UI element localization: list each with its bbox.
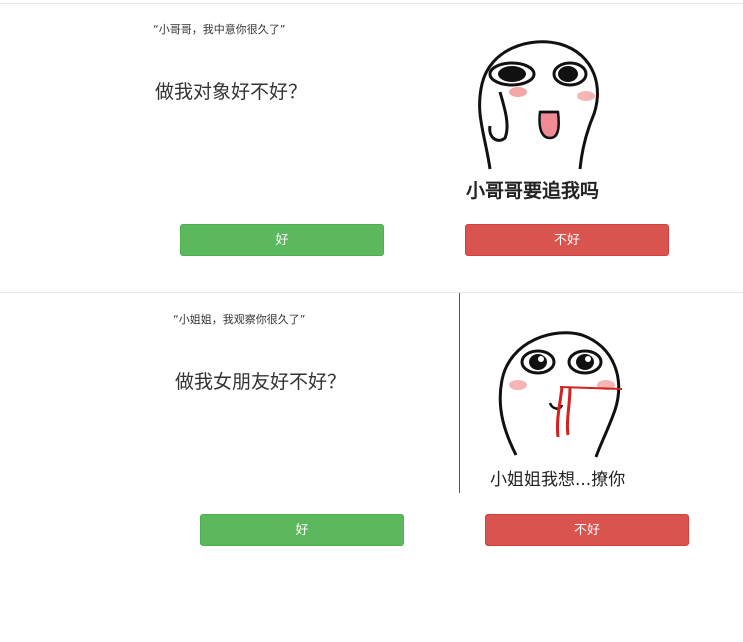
quote-text: “小姐姐，我观察你很久了” xyxy=(173,313,306,326)
no-button[interactable]: 不好 xyxy=(485,514,689,546)
question-text: 做我女朋友好不好？ xyxy=(175,371,347,393)
yes-button[interactable]: 好 xyxy=(200,514,404,546)
meme-image-boy xyxy=(478,40,599,170)
question-text: 做我对象好不好？ xyxy=(155,81,308,103)
image-border-line xyxy=(459,293,460,493)
quote-text: “小哥哥，我中意你很久了” xyxy=(153,23,286,36)
meme-caption: 小姐姐我想...撩你 xyxy=(490,470,626,490)
meme-image-girl xyxy=(498,331,623,458)
meme-caption: 小哥哥要追我吗 xyxy=(466,180,600,202)
section-divider xyxy=(0,292,743,293)
top-divider xyxy=(0,3,743,4)
no-button[interactable]: 不好 xyxy=(465,224,669,256)
yes-button[interactable]: 好 xyxy=(180,224,384,256)
